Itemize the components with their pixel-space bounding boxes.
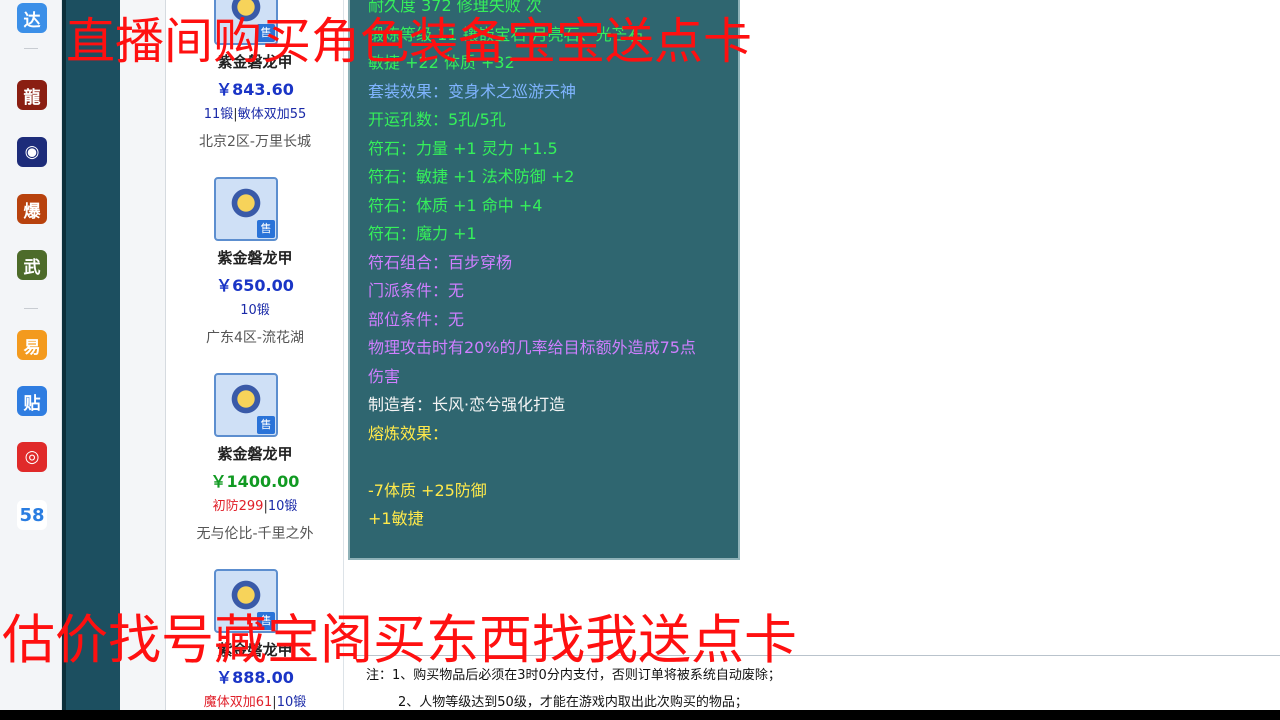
item-tags: 初防299|10锻 xyxy=(166,495,344,514)
item-armor-image[interactable]: 售 xyxy=(214,373,278,437)
tooltip-line: 符石：力量 +1 灵力 +1.5 xyxy=(368,138,558,158)
item-price: ￥1400.00 xyxy=(210,472,300,491)
tooltip-line: 套装效果：变身术之巡游天神 xyxy=(368,81,577,101)
tieba-icon[interactable]: 贴 xyxy=(17,386,47,416)
sell-badge: 售 xyxy=(257,416,275,434)
cc-watermark-large-text: CC直播 xyxy=(1120,53,1245,94)
tooltip-line: 伤害 xyxy=(368,366,401,386)
tooltip-line: 制造者：长风·恋兮强化打造 xyxy=(368,395,566,414)
58-icon[interactable]: 58 xyxy=(17,500,47,530)
netease-music-icon[interactable]: ◎ xyxy=(17,442,47,472)
tooltip-line: 符石：体质 +1 命中 +4 xyxy=(368,195,543,215)
item-price: ￥650.00 xyxy=(216,276,294,295)
cc-logo-icon xyxy=(1072,54,1114,96)
item-tag: 初防299 xyxy=(212,499,264,514)
cc-logo-icon xyxy=(1154,19,1178,44)
overlay-bottom-caption: 估价找号藏宝阁买东西找我送点卡 xyxy=(2,610,797,671)
taskbar-separator xyxy=(24,308,38,309)
item-tag: 10锻 xyxy=(267,499,298,514)
item-tags: 魔体双加61|10锻 xyxy=(166,691,344,710)
game-dragon-icon[interactable]: 龍 xyxy=(17,80,47,110)
item-tag: 敏体双加55 xyxy=(237,107,307,122)
game-wuxia-icon[interactable]: 武 xyxy=(17,250,47,280)
taskbar-separator xyxy=(24,48,38,49)
item-tag: 11锻 xyxy=(203,107,234,122)
item-tags: 10锻 xyxy=(166,299,344,318)
screen: 达龍 ◉ 爆武易贴 ◎ 58 售紫金磐龙甲 ￥843.60 11锻|敏体双加55 北京2区-万… xyxy=(0,0,1280,710)
tooltip-line: 开运孔数：5孔/5孔 xyxy=(368,110,506,129)
tooltip-line: 符石：魔力 +1 xyxy=(368,224,477,243)
item-name[interactable]: 紫金磐龙甲 xyxy=(166,247,344,268)
item-tag: 魔体双加61 xyxy=(203,695,273,710)
item-armor-image[interactable]: 售 xyxy=(214,177,278,241)
tooltip-line: 物理攻击时有20%的几率给目标额外造成75点 xyxy=(368,338,696,357)
game-orb-icon[interactable]: ◉ xyxy=(17,137,47,167)
tooltip-line: 部位条件：无 xyxy=(368,309,465,329)
tooltip-line: +1敏捷 xyxy=(368,509,424,528)
tooltip-line: 熔炼效果： xyxy=(368,423,449,443)
item-tags: 11锻|敏体双加55 xyxy=(166,103,344,122)
overlay-top-caption: 直播间购买角色装备宝宝送点卡 xyxy=(66,13,753,70)
tooltip-line: -7体质 +25防御 xyxy=(368,480,487,500)
item-name[interactable]: 紫金磐龙甲 xyxy=(166,443,344,464)
xunyou-icon[interactable]: 易 xyxy=(17,330,47,360)
cc-watermark-large: CC直播 xyxy=(1072,44,1245,96)
game-bao-icon[interactable]: 爆 xyxy=(17,194,47,224)
item-price: ￥843.60 xyxy=(216,80,294,99)
item-tag: 10锻 xyxy=(276,695,307,710)
sell-badge: 售 xyxy=(257,220,275,238)
equipment-tooltip: 耐久度 372 修理失败 次锻炼等级 11 镶嵌宝石 月亮石、光芒石 敏捷 +22… xyxy=(348,0,740,560)
item-server: 广东4区-流花湖 xyxy=(206,330,304,346)
cc-watermark-small-text: CC直播 xyxy=(1184,18,1254,42)
tooltip-line: 符石：敏捷 +1 法术防御 +2 xyxy=(368,167,575,186)
tooltip-line: 符石组合：百步穿杨 xyxy=(368,252,513,272)
cc-watermark-small: CC直播 xyxy=(1154,14,1253,44)
note-line-2: 2、人物等级达到50级，才能在游戏内取出此次购买的物品； xyxy=(398,695,748,710)
item-tag: 10锻 xyxy=(240,303,270,318)
item-server: 无与伦比-千里之外 xyxy=(196,526,314,542)
tooltip-line: 门派条件：无 xyxy=(368,281,465,300)
item-server: 北京2区-万里长城 xyxy=(199,134,311,150)
da-icon[interactable]: 达 xyxy=(17,3,47,33)
